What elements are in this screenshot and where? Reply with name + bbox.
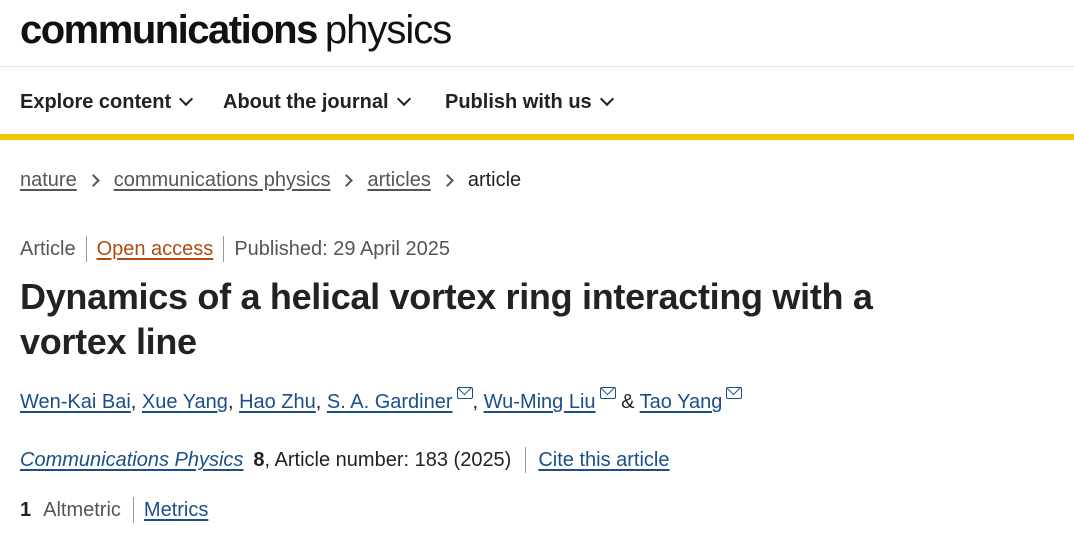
breadcrumb-articles[interactable]: articles	[367, 167, 430, 193]
mail-icon[interactable]	[456, 387, 473, 399]
logo-light: physics	[324, 8, 452, 52]
chevron-down-icon	[179, 91, 194, 107]
author-link[interactable]: Hao Zhu	[239, 391, 316, 413]
article-type: Article	[20, 238, 76, 260]
altmetric-label: Altmetric	[43, 499, 121, 521]
nav-label: Publish with us	[445, 91, 592, 113]
divider	[132, 497, 134, 523]
nav-about-journal[interactable]: About the journal	[223, 89, 411, 115]
breadcrumb-nature[interactable]: nature	[20, 167, 77, 193]
divider	[525, 447, 527, 473]
article-number: , Article number: 183 (2025)	[264, 449, 512, 471]
author-link[interactable]: Xue Yang	[142, 391, 228, 413]
article-meta: Article Open access Published: 29 April …	[20, 236, 450, 262]
breadcrumb-current: article	[467, 169, 522, 191]
metrics-line: 1 Altmetric Metrics	[20, 497, 208, 523]
author-link[interactable]: Wen-Kai Bai	[20, 391, 131, 413]
altmetric-count: 1	[20, 499, 32, 521]
mail-icon[interactable]	[599, 387, 616, 399]
journal-logo[interactable]: communications physics	[20, 8, 452, 52]
nav-explore-content[interactable]: Explore content	[20, 89, 194, 115]
nav-label: About the journal	[223, 91, 389, 113]
chevron-right-icon	[86, 173, 100, 187]
breadcrumb-communications-physics[interactable]: communications physics	[114, 167, 331, 193]
chevron-right-icon	[440, 173, 454, 187]
main-nav: Explore content About the journal Publis…	[0, 67, 1074, 140]
divider	[85, 236, 87, 262]
volume: 8	[253, 449, 265, 471]
chevron-right-icon	[340, 173, 354, 187]
author-link[interactable]: S. A. Gardiner	[327, 391, 453, 413]
open-access-link[interactable]: Open access	[97, 236, 214, 262]
author-link[interactable]: Tao Yang	[640, 391, 723, 413]
metrics-link[interactable]: Metrics	[144, 497, 208, 523]
journal-link[interactable]: Communications Physics	[20, 447, 243, 473]
article-title: Dynamics of a helical vortex ring intera…	[20, 276, 873, 362]
site-header: communications physics	[0, 0, 1074, 67]
author-list: Wen-Kai Bai, Xue Yang, Hao Zhu, S. A. Ga…	[20, 387, 743, 415]
author-link[interactable]: Wu-Ming Liu	[484, 391, 596, 413]
nav-label: Explore content	[20, 91, 172, 113]
divider	[223, 236, 225, 262]
logo-bold: communications	[20, 8, 318, 52]
breadcrumb: nature communications physics articles a…	[20, 167, 521, 193]
chevron-down-icon	[599, 91, 614, 107]
citation-line: Communications Physics 8 , Article numbe…	[20, 447, 670, 473]
nav-publish-with-us[interactable]: Publish with us	[445, 89, 614, 115]
published-date: Published: 29 April 2025	[234, 238, 451, 260]
cite-article-link[interactable]: Cite this article	[538, 447, 669, 473]
chevron-down-icon	[396, 91, 411, 107]
mail-icon[interactable]	[726, 387, 743, 399]
